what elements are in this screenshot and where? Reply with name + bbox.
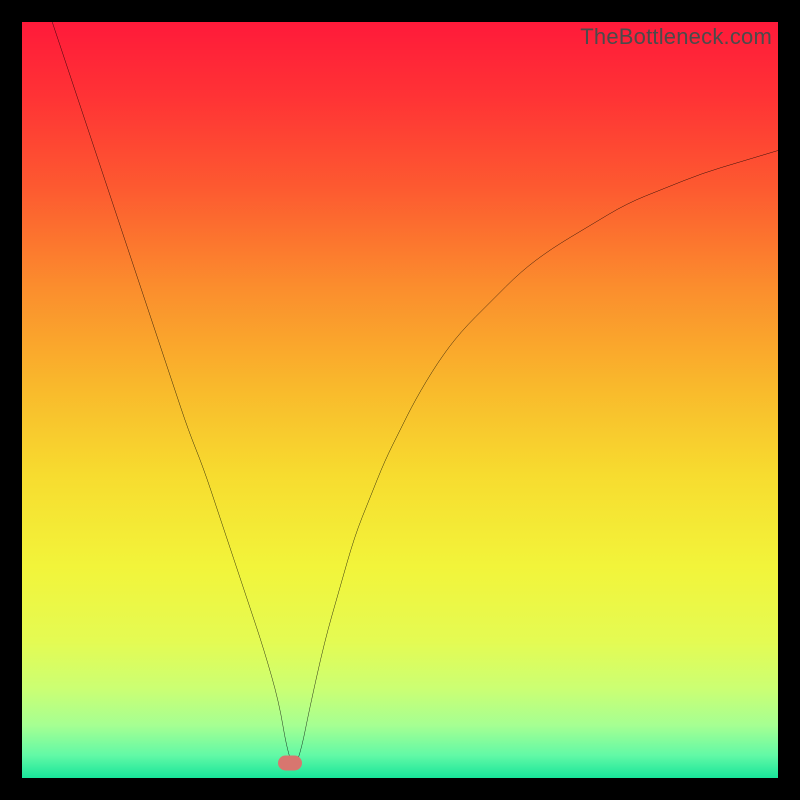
optimum-marker <box>278 755 302 770</box>
chart-stage: TheBottleneck.com <box>0 0 800 800</box>
plot-background <box>22 22 778 778</box>
gradient-rect <box>22 22 778 778</box>
plot-area: TheBottleneck.com <box>22 22 778 778</box>
gradient-svg <box>22 22 778 778</box>
watermark-label: TheBottleneck.com <box>580 24 772 50</box>
